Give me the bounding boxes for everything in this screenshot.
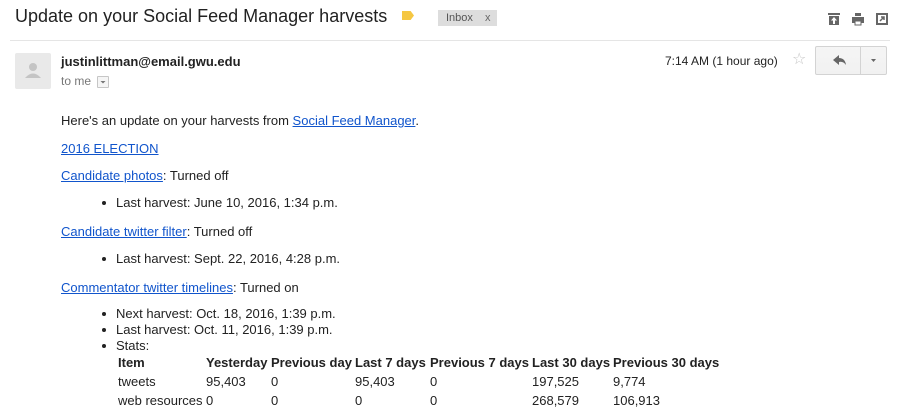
message-timestamp: 7:14 AM (1 hour ago) bbox=[665, 54, 778, 68]
list-item: Next harvest: Oct. 18, 2016, 1:39 p.m. bbox=[100, 306, 336, 322]
harvest-details: Next harvest: Oct. 18, 2016, 1:39 p.m. L… bbox=[100, 306, 336, 354]
intro-line: Here's an update on your harvests from S… bbox=[61, 113, 419, 128]
table-header-row: Item Yesterday Previous day Last 7 days … bbox=[118, 353, 719, 372]
important-label-icon[interactable] bbox=[402, 11, 414, 20]
stats-table: Item Yesterday Previous day Last 7 days … bbox=[118, 353, 719, 410]
chevron-down-icon bbox=[100, 81, 106, 84]
table-cell: 95,403 bbox=[355, 374, 395, 389]
table-cell: 0 bbox=[430, 393, 438, 408]
new-window-icon[interactable] bbox=[875, 12, 889, 26]
remove-label-button[interactable]: x bbox=[485, 10, 491, 26]
recipient-summary: to me bbox=[61, 74, 92, 88]
sender-address[interactable]: justinlittman@email.gwu.edu bbox=[61, 54, 241, 69]
email-subject: Update on your Social Feed Manager harve… bbox=[15, 6, 388, 26]
table-cell: 0 bbox=[206, 393, 214, 408]
column-header: Last 7 days bbox=[355, 355, 426, 370]
column-header: Yesterday bbox=[206, 355, 268, 370]
table-cell: 0 bbox=[271, 393, 279, 408]
list-item: Last harvest: Sept. 22, 2016, 4:28 p.m. bbox=[100, 251, 340, 267]
archive-icon[interactable] bbox=[827, 12, 841, 26]
list-item: Stats: bbox=[100, 338, 336, 354]
inbox-label-chip[interactable]: Inbox x bbox=[438, 10, 497, 26]
sender-avatar[interactable] bbox=[15, 53, 51, 89]
column-header: Previous day bbox=[271, 355, 352, 370]
person-icon bbox=[25, 63, 41, 78]
harvest-heading: Commentator twitter timelines: Turned on bbox=[61, 280, 299, 295]
reply-button[interactable] bbox=[815, 46, 861, 75]
harvest-link[interactable]: Candidate photos bbox=[61, 168, 163, 183]
intro-text: Here's an update on your harvests from bbox=[61, 113, 293, 128]
table-cell: 95,403 bbox=[206, 374, 246, 389]
harvest-details: Last harvest: June 10, 2016, 1:34 p.m. bbox=[100, 195, 338, 211]
column-header: Item bbox=[118, 355, 145, 370]
harvest-heading: Candidate twitter filter: Turned off bbox=[61, 224, 252, 239]
harvest-status: : Turned on bbox=[232, 280, 299, 295]
sfm-link[interactable]: Social Feed Manager bbox=[293, 113, 416, 128]
star-icon[interactable]: ☆ bbox=[792, 52, 806, 68]
collection-link[interactable]: 2016 ELECTION bbox=[61, 141, 159, 156]
print-icon[interactable] bbox=[851, 12, 865, 26]
harvest-details: Last harvest: Sept. 22, 2016, 4:28 p.m. bbox=[100, 251, 340, 267]
table-cell: 106,913 bbox=[613, 393, 660, 408]
column-header: Last 30 days bbox=[532, 355, 611, 370]
dropdown-arrow-icon bbox=[871, 59, 876, 62]
intro-period: . bbox=[415, 113, 420, 128]
table-cell: 0 bbox=[430, 374, 438, 389]
harvest-link[interactable]: Commentator twitter timelines bbox=[61, 280, 233, 295]
harvest-status: : Turned off bbox=[162, 168, 229, 183]
table-row: tweets 95,403 0 95,403 0 197,525 9,774 bbox=[118, 372, 719, 391]
harvest-link[interactable]: Candidate twitter filter bbox=[61, 224, 187, 239]
list-item: Last harvest: Oct. 11, 2016, 1:39 p.m. bbox=[100, 322, 336, 338]
table-cell: 9,774 bbox=[613, 374, 646, 389]
list-item: Last harvest: June 10, 2016, 1:34 p.m. bbox=[100, 195, 338, 211]
column-header: Previous 30 days bbox=[613, 355, 720, 370]
inbox-label-text: Inbox bbox=[446, 12, 473, 24]
reply-arrow-icon bbox=[833, 55, 846, 65]
table-cell: 268,579 bbox=[532, 393, 579, 408]
harvest-status: : Turned off bbox=[186, 224, 253, 239]
table-cell: 0 bbox=[355, 393, 363, 408]
more-actions-button[interactable] bbox=[860, 46, 887, 75]
table-cell: web resources bbox=[118, 393, 203, 408]
table-cell: 197,525 bbox=[532, 374, 579, 389]
table-row: web resources 0 0 0 0 268,579 106,913 bbox=[118, 391, 719, 410]
recipient-details-button[interactable] bbox=[97, 76, 109, 88]
header-divider bbox=[10, 40, 890, 41]
column-header: Previous 7 days bbox=[430, 355, 529, 370]
harvest-heading: Candidate photos: Turned off bbox=[61, 168, 228, 183]
table-cell: 0 bbox=[271, 374, 279, 389]
table-cell: tweets bbox=[118, 374, 156, 389]
